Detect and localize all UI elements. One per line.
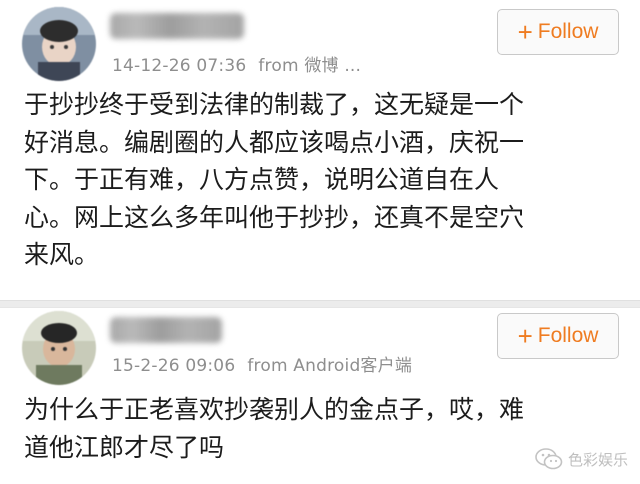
wechat-icon <box>535 448 563 470</box>
post-text-line: 道他江郎才尽了吗 <box>24 432 225 462</box>
username-blurred[interactable] <box>110 317 222 343</box>
post-text-line: 好消息。编剧圈的人都应该喝点小酒，庆祝一 <box>24 127 525 157</box>
post-text-line: 于抄抄终于受到法律的制裁了，这无疑是一个 <box>24 90 525 119</box>
username-blurred[interactable] <box>110 13 244 39</box>
post-text-line: 下。于正有难，八方点赞，说明公道自在人 <box>24 165 500 194</box>
post-meta: 14-12-26 07:36 from 微博 ... <box>112 51 361 76</box>
plus-icon: + <box>517 321 533 351</box>
post-source: from Android客户端 <box>247 356 413 376</box>
watermark-text: 色彩娱乐 <box>567 450 628 469</box>
follow-button[interactable]: + Follow <box>497 9 619 55</box>
avatar-image <box>22 311 96 385</box>
avatar[interactable] <box>22 311 96 385</box>
follow-label: Follow <box>537 324 599 347</box>
post-content: 为什么于正老喜欢抄袭别人的金点子，哎，难 道他江郎才尽了吗 <box>24 391 524 466</box>
post-meta: 15-2-26 09:06 from Android客户端 <box>112 351 412 376</box>
plus-icon: + <box>517 17 533 47</box>
comment-post: 14-12-26 07:36 from 微博 ... + Follow 于抄抄终于… <box>0 0 640 306</box>
avatar-image <box>22 7 96 81</box>
follow-button[interactable]: + Follow <box>497 313 619 359</box>
post-time: 14-12-26 07:36 <box>112 56 247 76</box>
post-text-line: 来风。 <box>24 240 100 269</box>
avatar[interactable] <box>22 7 96 81</box>
post-content: 于抄抄终于受到法律的制裁了，这无疑是一个 好消息。编剧圈的人都应该喝点小酒，庆祝… <box>24 86 524 274</box>
follow-label: Follow <box>537 20 599 43</box>
post-time: 15-2-26 09:06 <box>112 356 236 376</box>
post-text-line: 心。网上这么多年叫他于抄抄，还真不是空穴 <box>24 202 525 232</box>
comment-post: 15-2-26 09:06 from Android客户端 + Follow 为什… <box>0 306 640 484</box>
post-text-line: 为什么于正老喜欢抄袭别人的金点子，哎，难 <box>24 395 525 424</box>
watermark: 色彩娱乐 <box>534 446 628 472</box>
post-source: from 微博 ... <box>258 56 362 76</box>
